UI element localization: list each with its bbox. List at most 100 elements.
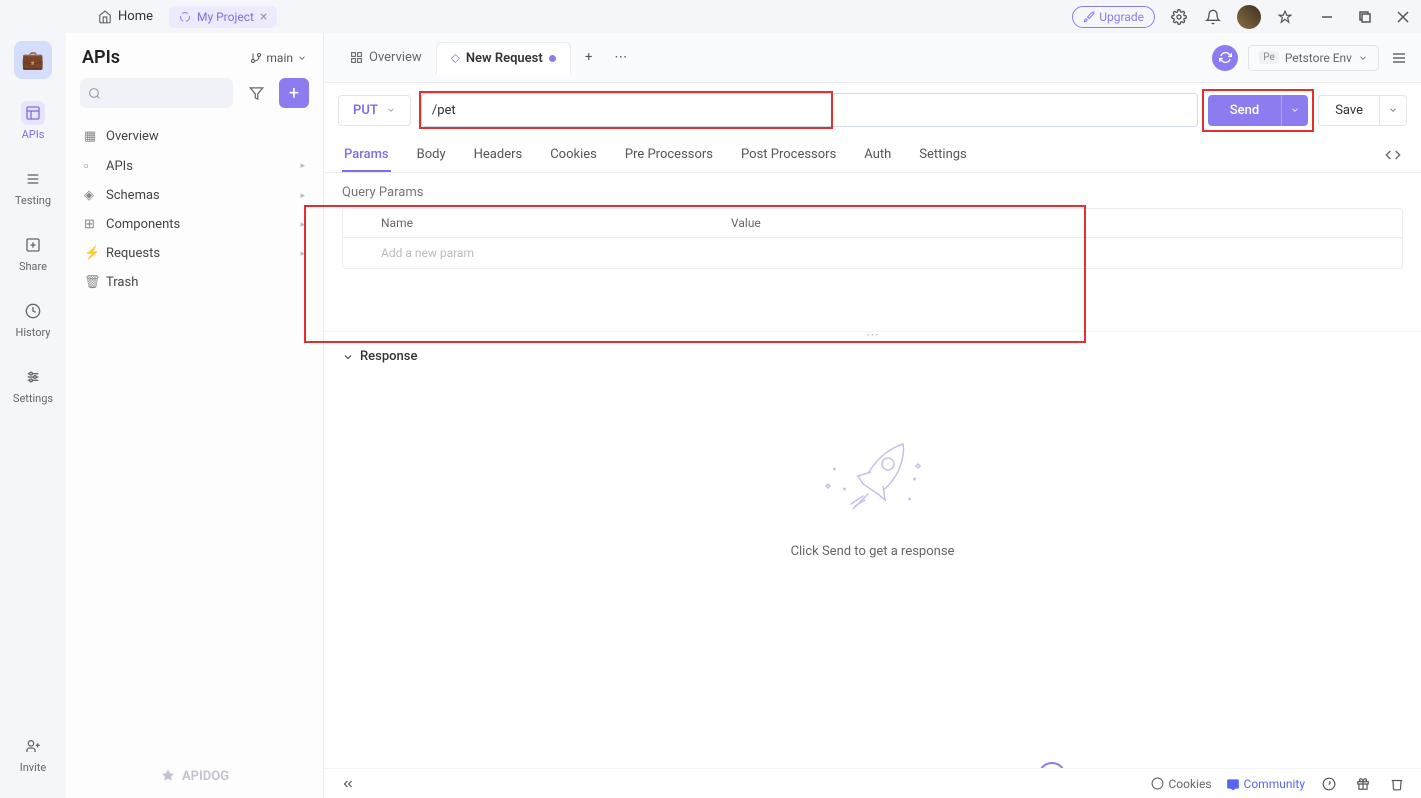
close-icon[interactable]: ×: [260, 9, 267, 25]
titlebar: Home My Project × Upgrade: [0, 0, 1421, 33]
gift-icon[interactable]: [1353, 774, 1373, 794]
cookie-icon: [1151, 777, 1164, 790]
request-row: PUT Send Save: [324, 83, 1421, 133]
save-dropdown[interactable]: [1380, 95, 1407, 126]
share-icon: [21, 233, 45, 257]
url-input[interactable]: [421, 93, 1198, 127]
footer-community[interactable]: Community: [1226, 777, 1305, 791]
left-rail: 💼 APIs Testing Share History Settings In…: [0, 33, 66, 798]
tab-menu-button[interactable]: ⋯: [611, 48, 631, 68]
code-icon[interactable]: [1383, 139, 1403, 172]
response-hint: Click Send to get a response: [791, 544, 955, 559]
send-dropdown[interactable]: [1281, 95, 1308, 126]
tree-overview[interactable]: ▦Overview: [74, 122, 315, 151]
subtab-settings[interactable]: Settings: [917, 139, 968, 172]
refresh-button[interactable]: [1212, 45, 1238, 71]
rail-share[interactable]: Share: [19, 229, 47, 277]
caret-icon: ▸: [300, 191, 305, 201]
requests-icon: ⚡: [84, 246, 98, 261]
rocket-icon: [1083, 11, 1095, 23]
subtab-auth[interactable]: Auth: [862, 139, 893, 172]
spinner-icon: [179, 11, 191, 23]
caret-icon: ▸: [300, 249, 305, 259]
sidebar-footer: APIDOG: [66, 754, 323, 798]
subtab-cookies[interactable]: Cookies: [548, 139, 599, 172]
chevron-down-icon: [1290, 105, 1300, 115]
footer: Cookies Community: [324, 768, 1421, 798]
tab-home[interactable]: Home: [88, 5, 163, 28]
request-subtabs: Params Body Headers Cookies Pre Processo…: [324, 133, 1421, 173]
subtab-params[interactable]: Params: [342, 139, 391, 172]
tab-project[interactable]: My Project ×: [169, 6, 277, 28]
sidebar-title: APIs: [82, 47, 120, 68]
components-icon: ⊞: [84, 217, 98, 232]
rail-testing[interactable]: Testing: [15, 163, 51, 211]
rail-testing-label: Testing: [15, 194, 51, 207]
filter-button[interactable]: [241, 78, 271, 108]
rail-history[interactable]: History: [16, 295, 51, 343]
tab-overview[interactable]: Overview: [336, 42, 436, 73]
gear-icon[interactable]: [1169, 7, 1189, 27]
environment-selector[interactable]: Pe Petstore Env: [1248, 45, 1379, 71]
add-button[interactable]: +: [279, 78, 309, 108]
tab-home-label: Home: [118, 9, 153, 24]
pane-divider[interactable]: ⋯: [324, 331, 1421, 339]
apis-icon: [21, 101, 45, 125]
rail-apis-label: APIs: [22, 128, 45, 141]
bell-icon[interactable]: [1203, 7, 1223, 27]
method-selector[interactable]: PUT: [338, 95, 411, 126]
rocket-illustration-icon: [813, 424, 933, 524]
folder-icon: ▫: [84, 158, 98, 174]
home-icon: [98, 10, 112, 24]
search-input[interactable]: [80, 78, 233, 108]
rail-share-label: Share: [19, 260, 47, 273]
col-value: Value: [721, 209, 1402, 237]
project-icon[interactable]: 💼: [14, 41, 52, 79]
rail-settings[interactable]: Settings: [13, 361, 53, 409]
upgrade-button[interactable]: Upgrade: [1072, 6, 1155, 28]
maximize-icon[interactable]: [1355, 7, 1375, 27]
subtab-post[interactable]: Post Processors: [739, 139, 838, 172]
unsaved-dot-icon: [549, 55, 556, 62]
minimize-icon[interactable]: [1317, 7, 1337, 27]
subtab-body[interactable]: Body: [415, 139, 448, 172]
testing-icon: [21, 167, 45, 191]
params-section: Query Params Name Value Add a new param: [324, 173, 1421, 281]
tree-apis[interactable]: ▫APIs▸: [74, 151, 315, 181]
sidebar: APIs main + ▦Overview ▫APIs▸ ◈Schemas▸ ⊞…: [66, 33, 324, 798]
footer-cookies[interactable]: Cookies: [1151, 777, 1211, 791]
collapse-icon[interactable]: [338, 774, 358, 794]
help-icon[interactable]: [1319, 774, 1339, 794]
params-label: Query Params: [342, 185, 1403, 200]
chevron-down-icon: [1388, 105, 1398, 115]
params-row-empty[interactable]: Add a new param: [343, 238, 1402, 268]
pin-icon[interactable]: [1275, 7, 1295, 27]
tree-requests[interactable]: ⚡Requests▸: [74, 239, 315, 268]
subtab-headers[interactable]: Headers: [472, 139, 525, 172]
tree-components[interactable]: ⊞Components▸: [74, 210, 315, 239]
tree-trash[interactable]: 🗑Trash: [74, 268, 315, 297]
rail-apis[interactable]: APIs: [21, 97, 45, 145]
rail-invite[interactable]: Invite: [20, 730, 47, 778]
chevron-down-icon: [342, 351, 354, 363]
close-window-icon[interactable]: [1393, 7, 1413, 27]
col-name: Name: [371, 209, 721, 237]
filter-icon: [249, 86, 264, 101]
save-button[interactable]: Save: [1318, 95, 1380, 126]
branch-selector[interactable]: main: [250, 51, 307, 65]
main-area: Overview ⬦ New Request + ⋯ Pe Petstore E…: [324, 33, 1421, 798]
refresh-icon: [1219, 51, 1232, 64]
subtab-pre[interactable]: Pre Processors: [623, 139, 715, 172]
menu-icon[interactable]: [1389, 48, 1409, 68]
trash-footer-icon[interactable]: [1387, 774, 1407, 794]
tab-new-request[interactable]: ⬦ New Request: [436, 42, 571, 75]
settings-icon: [21, 365, 45, 389]
send-button[interactable]: Send: [1208, 95, 1281, 126]
upgrade-label: Upgrade: [1099, 10, 1144, 24]
avatar[interactable]: [1237, 5, 1261, 29]
tree-schemas[interactable]: ◈Schemas▸: [74, 181, 315, 210]
params-table: Name Value Add a new param: [342, 208, 1403, 269]
response-toggle[interactable]: Response: [342, 349, 1403, 364]
add-tab-button[interactable]: +: [579, 48, 599, 68]
discord-icon: [1226, 777, 1240, 791]
